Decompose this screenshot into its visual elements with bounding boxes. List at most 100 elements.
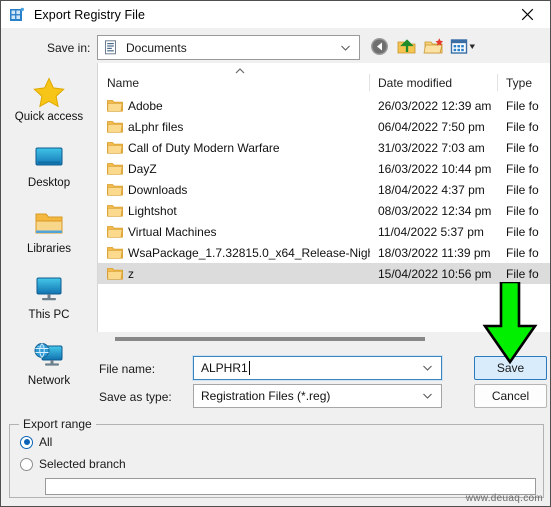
type-cell: File fo: [506, 224, 539, 239]
table-row[interactable]: Downloads 18/04/2022 4:37 pm File fo: [98, 179, 550, 200]
column-header-type[interactable]: Type: [498, 72, 550, 94]
watermark: www.deuaq.com: [465, 493, 543, 504]
sidebar-item-network[interactable]: Network: [2, 335, 96, 401]
date-modified-cell: 15/04/2022 10:56 pm: [378, 266, 492, 281]
file-name-cell: Adobe: [98, 99, 370, 113]
file-name-input[interactable]: ALPHR1: [192, 355, 443, 381]
type-cell: File fo: [506, 245, 539, 260]
file-name-text: Adobe: [128, 98, 163, 113]
column-header-name[interactable]: Name: [98, 72, 370, 94]
file-name-text: Virtual Machines: [128, 224, 217, 239]
sidebar-item-this-pc[interactable]: This PC: [2, 269, 96, 335]
type-cell: File fo: [506, 119, 539, 134]
network-globe-icon: [31, 339, 67, 373]
radio-all-label: All: [39, 435, 53, 449]
file-name-text: Downloads: [128, 182, 188, 197]
file-name-text: WsaPackage_1.7.32815.0_x64_Release-Night…: [128, 245, 370, 260]
libraries-folder-icon: [31, 207, 67, 241]
column-header-date-modified[interactable]: Date modified: [370, 72, 498, 94]
file-name-cell: aLphr files: [98, 120, 370, 134]
save-as-type-combobox[interactable]: Registration Files (*.reg): [193, 384, 442, 408]
horizontal-scrollbar[interactable]: [115, 337, 425, 341]
sidebar-item-desktop[interactable]: Desktop: [2, 137, 96, 203]
title-bar: Export Registry File: [1, 1, 550, 28]
file-list-header: Name Date modified Type: [98, 72, 550, 94]
column-header-label: Name: [107, 76, 140, 90]
column-header-label: Date modified: [378, 76, 453, 90]
table-row[interactable]: Adobe 26/03/2022 12:39 am File fo: [98, 95, 550, 116]
star-icon: [31, 75, 67, 109]
sidebar-item-label: Quick access: [14, 111, 84, 123]
type-cell: File fo: [506, 161, 539, 176]
file-list[interactable]: Name Date modified Type Adobe 26/03/2022 …: [97, 63, 550, 332]
folder-icon: [107, 162, 123, 175]
radio-selected-icon: [20, 435, 33, 449]
table-row[interactable]: aLphr files 06/04/2022 7:50 pm File fo: [98, 116, 550, 137]
file-name-text: Lightshot: [128, 203, 177, 218]
cancel-button[interactable]: Cancel: [474, 384, 547, 408]
documents-folder-icon: [104, 40, 118, 55]
window-title: Export Registry File: [34, 7, 146, 22]
file-name-value: ALPHR1: [201, 361, 248, 375]
folder-icon: [107, 246, 123, 259]
navigation-toolbar: [369, 36, 475, 57]
file-name-cell: Virtual Machines: [98, 225, 370, 239]
table-row[interactable]: z 15/04/2022 10:56 pm File fo: [98, 263, 550, 284]
file-name-cell: Downloads: [98, 183, 370, 197]
radio-selected-branch-label: Selected branch: [39, 457, 126, 471]
views-grid-icon[interactable]: [450, 36, 475, 57]
sidebar-item-label: Network: [27, 375, 71, 387]
save-in-label: Save in:: [47, 41, 91, 55]
save-as-type-value: Registration Files (*.reg): [201, 389, 331, 403]
sidebar-item-label: Libraries: [26, 243, 72, 255]
chevron-down-icon[interactable]: [422, 363, 433, 374]
file-name-text: Call of Duty Modern Warfare: [128, 140, 280, 155]
folder-icon: [107, 99, 123, 112]
selected-branch-input[interactable]: [45, 478, 536, 495]
folder-icon: [107, 225, 123, 238]
close-icon[interactable]: [505, 1, 550, 28]
radio-selected-branch[interactable]: Selected branch: [20, 457, 126, 471]
sidebar-item-libraries[interactable]: Libraries: [2, 203, 96, 269]
sidebar-item-label: This PC: [28, 309, 70, 321]
date-modified-cell: 18/03/2022 11:39 pm: [378, 245, 491, 260]
chevron-down-icon[interactable]: [422, 391, 433, 402]
radio-all[interactable]: All: [20, 435, 52, 449]
desktop-icon: [31, 141, 67, 175]
table-row[interactable]: DayZ 16/03/2022 10:44 pm File fo: [98, 158, 550, 179]
type-cell: File fo: [506, 140, 539, 155]
file-name-cell: DayZ: [98, 162, 370, 176]
back-arrow-icon[interactable]: [369, 36, 390, 57]
table-row[interactable]: WsaPackage_1.7.32815.0_x64_Release-Night…: [98, 242, 550, 263]
date-modified-cell: 26/03/2022 12:39 am: [378, 98, 492, 113]
file-name-text: z: [128, 266, 134, 281]
sidebar-item-quick-access[interactable]: Quick access: [2, 71, 96, 137]
table-row[interactable]: Virtual Machines 11/04/2022 5:37 pm File f…: [98, 221, 550, 242]
folder-icon: [107, 141, 123, 154]
file-rows-container: Adobe 26/03/2022 12:39 am File fo aLphr fil…: [98, 95, 550, 284]
sidebar-item-label: Desktop: [27, 177, 71, 189]
save-in-combobox[interactable]: Documents: [97, 35, 360, 60]
date-modified-cell: 16/03/2022 10:44 pm: [378, 161, 492, 176]
type-cell: File fo: [506, 266, 539, 281]
folder-icon: [107, 183, 123, 196]
date-modified-cell: 08/03/2022 12:34 pm: [378, 203, 492, 218]
folder-icon: [107, 267, 123, 280]
save-in-value: Documents: [126, 40, 187, 55]
save-as-type-label: Save as type:: [99, 390, 172, 404]
export-registry-file-dialog: Export Registry File Save in: Documents: [0, 0, 551, 507]
table-row[interactable]: Lightshot 08/03/2022 12:34 pm File fo: [98, 200, 550, 221]
export-range-legend: Export range: [19, 417, 96, 431]
text-cursor: [248, 361, 250, 375]
file-name-cell: WsaPackage_1.7.32815.0_x64_Release-Night…: [98, 246, 370, 260]
new-folder-icon[interactable]: [423, 36, 444, 57]
date-modified-cell: 18/04/2022 4:37 pm: [378, 182, 485, 197]
up-folder-icon[interactable]: [396, 36, 417, 57]
file-name-label: File name:: [99, 362, 156, 376]
table-row[interactable]: Call of Duty Modern Warfare 31/03/2022 7:…: [98, 137, 550, 158]
type-cell: File fo: [506, 182, 539, 197]
chevron-down-icon: [340, 42, 351, 53]
radio-unselected-icon: [20, 457, 33, 471]
file-name-cell: Lightshot: [98, 204, 370, 218]
save-button[interactable]: Save: [474, 356, 547, 380]
